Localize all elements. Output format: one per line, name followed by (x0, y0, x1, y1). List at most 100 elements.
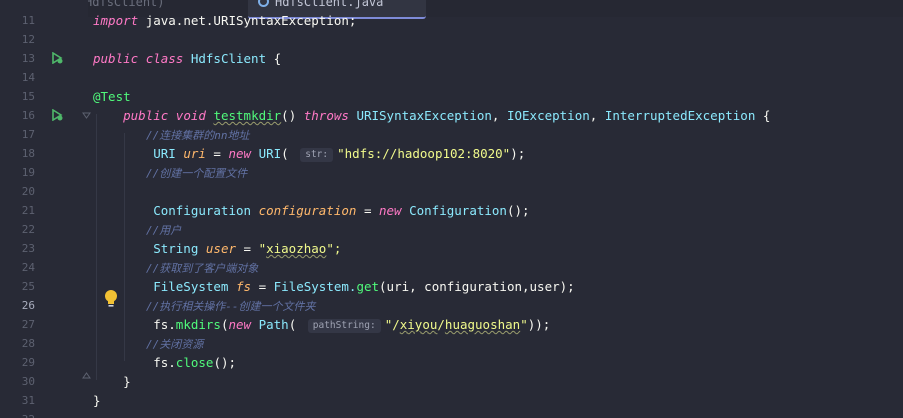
code-editor[interactable]: pom.xml (HdfsClient) HdfsClient.java 11 i… (0, 0, 903, 418)
line-number: 27 (21, 318, 35, 331)
code-token: void (175, 108, 214, 123)
code-text[interactable]: public void testmkdir() throws URISyntax… (93, 106, 770, 125)
line-number: 26 (21, 299, 35, 312)
java-class-icon (258, 0, 269, 7)
code-text[interactable]: //创建一个配置文件 (93, 163, 247, 183)
code-token: (uri, configuration,user); (379, 279, 575, 294)
line-number: 31 (21, 394, 35, 407)
code-token: } (93, 374, 131, 389)
code-token: //连接集群的nn地址 (93, 129, 250, 142)
code-line[interactable]: 27 fs.mkdirs(new Path( pathString: "/xiyo… (0, 315, 903, 334)
code-text[interactable]: fs.mkdirs(new Path( pathString: "/xiyou/h… (93, 315, 550, 334)
code-text[interactable]: URI uri = new URI( str: "hdfs://hadoop102… (93, 144, 525, 163)
code-text[interactable]: public class HdfsClient { (93, 49, 281, 68)
line-number: 23 (21, 242, 35, 255)
code-token: fs. (93, 355, 176, 370)
code-token: = (356, 203, 379, 218)
code-text[interactable]: String user = "xiaozhao"; (93, 239, 341, 258)
code-line[interactable]: 17 //连接集群的nn地址 (0, 125, 903, 144)
line-number: 25 (21, 280, 35, 293)
code-token: (); (506, 203, 530, 218)
code-token: //创建一个配置文件 (93, 167, 248, 180)
code-token: import (93, 13, 146, 28)
code-token: public (93, 108, 176, 123)
code-text[interactable]: FileSystem fs = FileSystem.get(uri, conf… (93, 277, 575, 296)
code-line[interactable]: 19 //创建一个配置文件 (0, 163, 903, 182)
code-line[interactable]: 30 } (0, 372, 903, 391)
code-token: throws (303, 108, 357, 123)
code-text[interactable]: Configuration configuration = new Config… (93, 201, 530, 220)
code-token: / (437, 317, 445, 332)
code-line[interactable]: 14 (0, 68, 903, 87)
code-line[interactable]: 31} (0, 391, 903, 410)
line-number: 11 (21, 14, 35, 27)
code-line[interactable]: 23 String user = "xiaozhao"; (0, 239, 903, 258)
code-line[interactable]: 11 import java.net.URISyntaxException; (0, 11, 903, 30)
code-line[interactable]: 12 (0, 30, 903, 49)
code-line[interactable]: 29 fs.close(); (0, 353, 903, 372)
code-text[interactable]: //用户 (93, 220, 181, 240)
code-token: Configuration (409, 203, 507, 218)
line-number: 28 (21, 337, 35, 350)
code-token: ( (281, 146, 297, 161)
code-line[interactable]: 25 FileSystem fs = FileSystem.get(uri, c… (0, 277, 903, 296)
code-line[interactable]: 26 //执行相关操作--创建一个文件夹 (0, 296, 903, 315)
fold-open-icon[interactable] (82, 111, 91, 120)
code-token: " (520, 317, 528, 332)
code-text[interactable]: //关闭资源 (93, 334, 203, 354)
code-text[interactable]: } (93, 372, 131, 391)
line-number: 32 (0, 410, 35, 418)
code-token: xiaozhao (266, 241, 327, 256)
tab-label: HdfsClient.java (275, 0, 384, 9)
run-class-icon[interactable] (51, 52, 63, 64)
code-text[interactable]: } (93, 391, 101, 410)
line-number: 30 (21, 375, 35, 388)
code-text[interactable]: //执行相关操作--创建一个文件夹 (93, 296, 316, 316)
code-text[interactable]: fs.close(); (93, 353, 236, 372)
code-token: get (356, 279, 380, 294)
code-token: uri (183, 146, 206, 161)
code-token: URI (258, 146, 282, 161)
code-line[interactable]: 13 public class HdfsClient { (0, 49, 903, 68)
code-token: public (93, 51, 146, 66)
code-line[interactable]: 20 (0, 182, 903, 201)
code-line[interactable]: 22 //用户 (0, 220, 903, 239)
lightbulb-icon[interactable] (103, 289, 119, 309)
code-text[interactable]: @Test (93, 87, 131, 106)
code-token: String (93, 241, 206, 256)
code-line[interactable]: 28 //关闭资源 (0, 334, 903, 353)
line-number: 16 (21, 109, 35, 122)
code-token: new (379, 203, 410, 218)
code-token: xiyou (399, 317, 438, 332)
code-token: "; (326, 241, 342, 256)
code-token: } (93, 393, 101, 408)
code-token: "/ (384, 317, 400, 332)
line-number: 24 (21, 261, 35, 274)
code-token: testmkdir (213, 108, 282, 123)
code-line[interactable]: 16 public void testmkdir() throws URISyn… (0, 106, 903, 125)
line-number: 29 (21, 356, 35, 369)
code-token: InterruptedException (604, 108, 756, 123)
code-token: java.net.URISyntaxException; (145, 13, 357, 28)
code-text[interactable]: //获取到了客户端对象 (93, 258, 258, 278)
code-line[interactable]: 24 //获取到了客户端对象 (0, 258, 903, 277)
line-number: 22 (21, 223, 35, 236)
code-token: //用户 (93, 224, 182, 237)
code-token: = (251, 279, 274, 294)
code-text[interactable]: //连接集群的nn地址 (93, 125, 250, 145)
code-token: HdfsClient (190, 51, 274, 66)
code-line[interactable]: 15 @Test (0, 87, 903, 106)
code-token: //关闭资源 (93, 338, 204, 351)
code-token: new (228, 317, 259, 332)
code-token: class (145, 51, 191, 66)
code-token: fs (236, 279, 252, 294)
fold-close-icon[interactable] (82, 371, 91, 380)
code-line[interactable]: 32 (0, 410, 903, 418)
code-line[interactable]: 21 Configuration configuration = new Con… (0, 201, 903, 220)
run-test-icon[interactable] (51, 109, 63, 121)
code-token: configuration (258, 203, 357, 218)
code-token: = (205, 146, 229, 161)
code-text[interactable]: import java.net.URISyntaxException; (93, 11, 356, 30)
parameter-hint: pathString: (307, 319, 381, 333)
code-line[interactable]: 18 URI uri = new URI( str: "hdfs://hadoop… (0, 144, 903, 163)
